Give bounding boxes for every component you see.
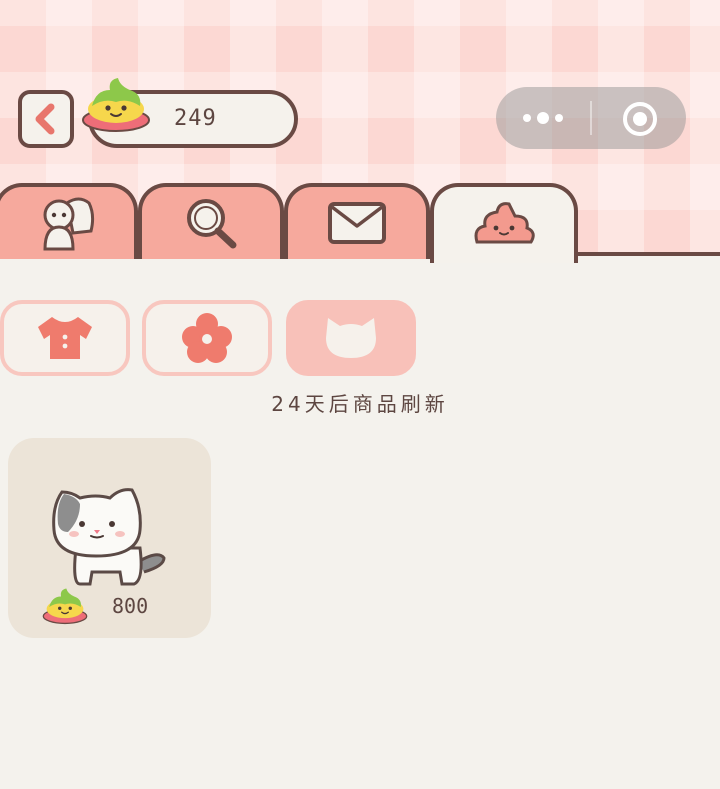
tab-shop[interactable] bbox=[430, 183, 578, 263]
poop-coin-icon bbox=[42, 588, 88, 625]
tab-search[interactable] bbox=[138, 183, 284, 259]
coin-amount: 249 bbox=[174, 106, 217, 131]
subtab-clothing[interactable] bbox=[0, 300, 130, 376]
flower-icon bbox=[182, 313, 232, 363]
target-circle-icon[interactable] bbox=[620, 99, 660, 139]
more-dots-icon[interactable] bbox=[520, 105, 566, 131]
shirt-icon bbox=[38, 317, 92, 359]
tab-friends[interactable] bbox=[0, 183, 138, 259]
back-button[interactable] bbox=[18, 90, 74, 148]
cat-face-icon bbox=[326, 318, 376, 358]
shop-item-card[interactable] bbox=[8, 438, 211, 638]
subtab-decor[interactable] bbox=[142, 300, 272, 376]
mail-icon bbox=[328, 202, 386, 244]
miniprogram-capsule bbox=[496, 87, 686, 149]
subtab-pets[interactable] bbox=[286, 300, 416, 376]
poop-coin-icon bbox=[82, 78, 150, 132]
refresh-countdown: 24天后商品刷新 bbox=[271, 392, 449, 416]
tab-mail[interactable] bbox=[284, 183, 430, 259]
friends-icon bbox=[43, 197, 95, 251]
chevron-left-icon bbox=[35, 103, 55, 135]
poop-shop-icon bbox=[474, 202, 535, 244]
calico-cat-icon bbox=[52, 488, 166, 586]
item-price: 800 bbox=[112, 594, 149, 618]
capsule-divider bbox=[590, 101, 592, 135]
search-icon bbox=[187, 199, 237, 249]
